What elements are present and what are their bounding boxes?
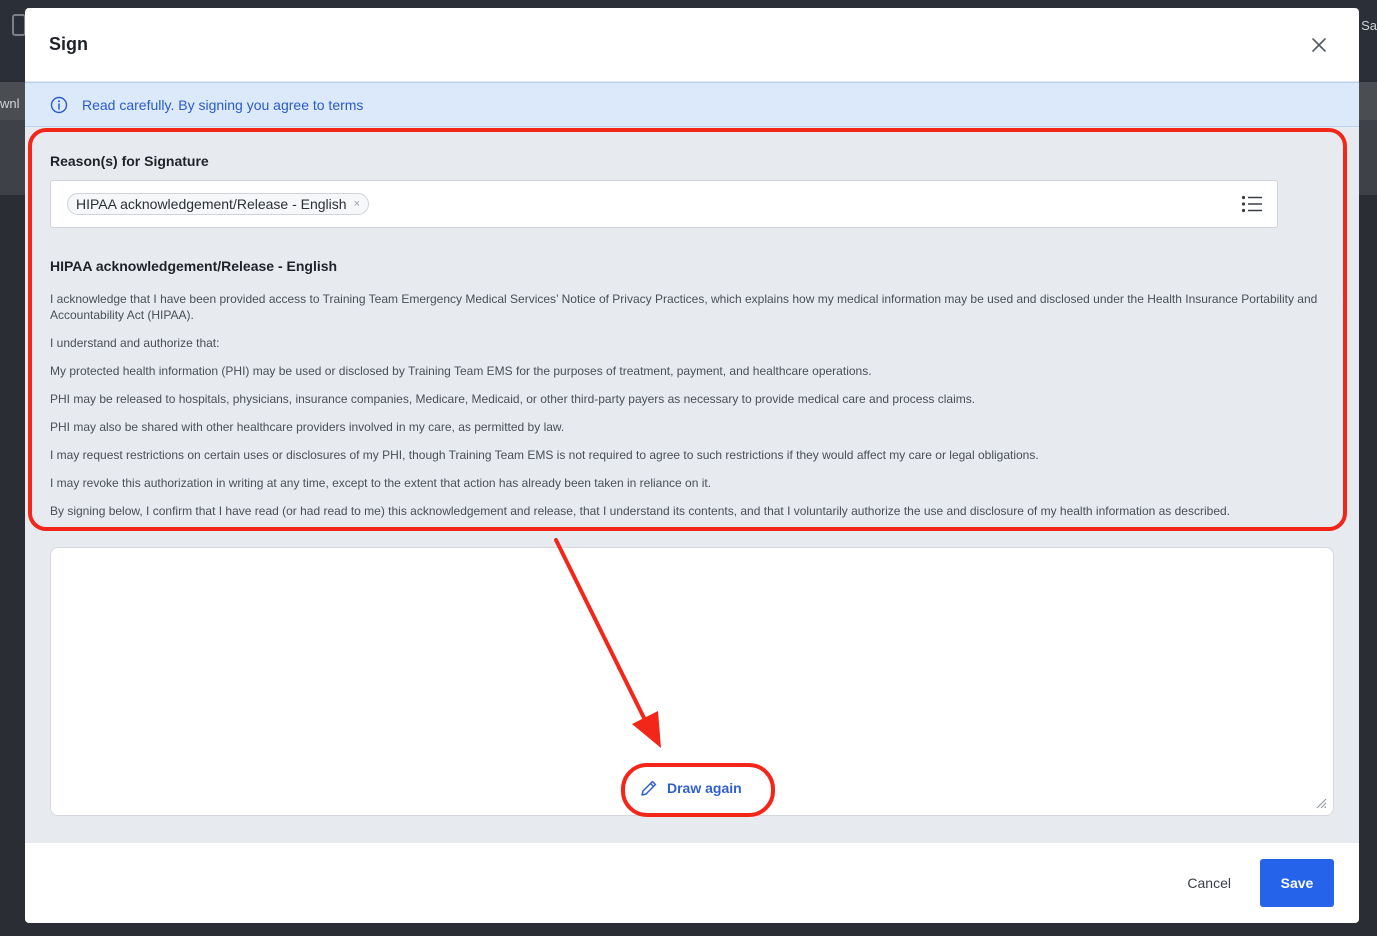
document-paragraph: I may request restrictions on certain us… xyxy=(50,448,1039,462)
draw-again-button[interactable]: Draw again xyxy=(639,778,742,798)
reasons-select[interactable]: HIPAA acknowledgement/Release - English … xyxy=(50,180,1278,228)
close-icon xyxy=(1312,37,1326,52)
pencil-icon xyxy=(641,780,657,796)
document-paragraph: PHI may also be shared with other health… xyxy=(50,420,565,434)
document-paragraph: I understand and authorize that: xyxy=(50,336,220,350)
signature-pad[interactable]: Draw again xyxy=(50,547,1334,816)
document-body: I acknowledge that I have been provided … xyxy=(50,291,1334,519)
close-button[interactable] xyxy=(1303,29,1335,61)
info-banner: Read carefully. By signing you agree to … xyxy=(25,82,1359,127)
save-button[interactable]: Save xyxy=(1260,859,1334,907)
document-paragraph: By signing below, I confirm that I have … xyxy=(50,504,1230,518)
dialog-title: Sign xyxy=(49,34,88,54)
dialog-body: Reason(s) for Signature HIPAA acknowledg… xyxy=(25,127,1359,843)
document-title: HIPAA acknowledgement/Release - English xyxy=(50,258,338,274)
cancel-button[interactable]: Cancel xyxy=(1187,875,1231,891)
resize-handle-icon[interactable] xyxy=(1315,797,1327,809)
chip-remove-icon[interactable]: × xyxy=(354,198,360,210)
document-paragraph: PHI may be released to hospitals, physic… xyxy=(50,392,976,406)
reason-chip-label: HIPAA acknowledgement/Release - English xyxy=(76,196,347,212)
document-paragraph: My protected health information (PHI) ma… xyxy=(50,364,872,378)
dialog-footer: Cancel Save xyxy=(25,843,1359,923)
list-icon[interactable] xyxy=(1241,195,1263,213)
info-icon xyxy=(50,96,68,114)
banner-text: Read carefully. By signing you agree to … xyxy=(82,96,364,113)
backdrop-text-right: Sa xyxy=(1361,18,1377,33)
draw-again-label: Draw again xyxy=(667,780,742,796)
reasons-label: Reason(s) for Signature xyxy=(50,153,209,169)
document-paragraph: I may revoke this authorization in writi… xyxy=(50,476,712,490)
dialog-header: Sign xyxy=(25,8,1359,82)
backdrop-text-left: wnl xyxy=(0,96,20,111)
document-paragraph: I acknowledge that I have been provided … xyxy=(50,292,1318,322)
sign-dialog: Sign Read carefully. By signing you agre… xyxy=(25,8,1359,923)
app-backdrop-icon xyxy=(12,14,26,36)
reason-chip: HIPAA acknowledgement/Release - English … xyxy=(67,193,369,215)
